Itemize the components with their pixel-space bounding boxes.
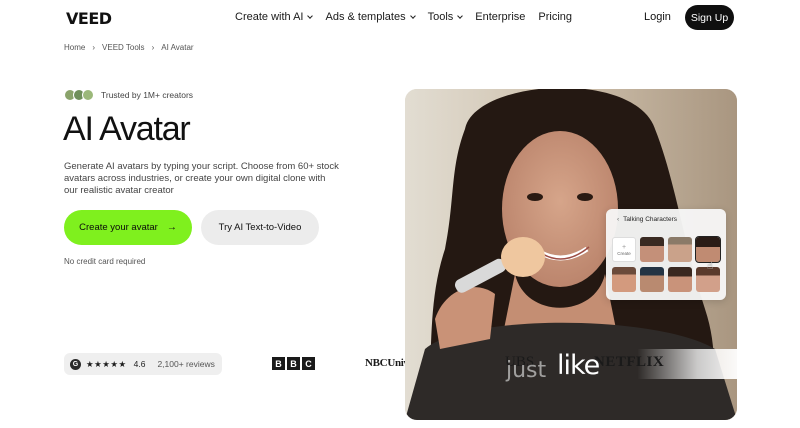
character-tile[interactable] — [640, 237, 664, 262]
star-rating-icon: ★★★★★ — [86, 358, 127, 369]
plus-icon: + — [621, 243, 627, 251]
page-title: AI Avatar — [63, 110, 191, 148]
netflix-logo: NETFLIX — [594, 354, 665, 370]
hand-cursor-icon: ☝ — [707, 261, 714, 272]
panel-title: ‹ Talking Characters — [617, 216, 677, 223]
breadcrumb-veed-tools[interactable]: VEED Tools — [102, 43, 145, 52]
caption-word-like: like — [557, 350, 600, 381]
breadcrumb-current: AI Avatar — [161, 43, 194, 52]
menu-label: Create with AI — [235, 11, 304, 23]
character-tile-selected[interactable] — [695, 236, 721, 263]
bbc-letter: B — [272, 357, 285, 370]
create-label: Create — [617, 250, 631, 256]
veed-logo[interactable]: VEED — [66, 9, 112, 28]
menu-label: Tools — [427, 11, 454, 23]
breadcrumb-home[interactable]: Home — [64, 43, 85, 52]
top-nav: VEED Create with AI Ads & templates Tool… — [0, 0, 800, 36]
creator-avatars — [64, 89, 94, 101]
create-character-tile[interactable]: + Create — [612, 237, 636, 262]
chevron-down-icon — [457, 12, 464, 19]
character-tile[interactable] — [640, 267, 664, 292]
menu-pricing[interactable]: Pricing — [538, 11, 572, 23]
google-icon: G — [70, 358, 81, 370]
chevron-right-icon: › — [151, 43, 155, 52]
arrow-right-icon: → — [166, 222, 177, 233]
talking-characters-panel: ‹ Talking Characters + Create — [606, 209, 726, 300]
menu-enterprise[interactable]: Enterprise — [475, 11, 525, 23]
hero-description: Generate AI avatars by typing your scrip… — [64, 161, 339, 196]
breadcrumb: Home › VEED Tools › AI Avatar — [64, 43, 194, 52]
character-tile[interactable] — [612, 267, 636, 292]
review-count: 2,100+ reviews — [157, 359, 215, 369]
character-tile[interactable] — [668, 237, 692, 262]
caption-word-just: just — [506, 358, 547, 383]
menu-ads-templates[interactable]: Ads & templates — [325, 11, 416, 23]
panel-title-text: Talking Characters — [623, 216, 677, 223]
chevron-right-icon: › — [92, 43, 96, 52]
no-credit-card-note: No credit card required — [64, 257, 146, 266]
login-link[interactable]: Login — [644, 11, 671, 23]
bbc-letter: C — [302, 357, 315, 370]
avatar — [82, 89, 94, 101]
menu-tools[interactable]: Tools — [427, 11, 464, 23]
signup-button[interactable]: Sign Up — [685, 5, 734, 30]
button-label: Create your avatar — [79, 222, 158, 233]
create-avatar-button[interactable]: Create your avatar → — [64, 210, 192, 245]
trusted-badge: Trusted by 1M+ creators — [64, 89, 193, 101]
character-tile[interactable] — [668, 267, 692, 292]
chevron-down-icon — [409, 12, 416, 19]
main-menu: Create with AI Ads & templates Tools Ent… — [235, 11, 585, 23]
chevron-left-icon[interactable]: ‹ — [617, 216, 619, 223]
menu-label: Ads & templates — [325, 11, 406, 23]
rating-badge: G ★★★★★ 4.6 2,100+ reviews — [64, 353, 222, 375]
chevron-down-icon — [307, 12, 314, 19]
try-text-to-video-button[interactable]: Try AI Text-to-Video — [201, 210, 319, 245]
menu-label: Enterprise — [475, 11, 526, 23]
menu-create-with-ai[interactable]: Create with AI — [235, 11, 314, 23]
menu-label: Pricing — [538, 11, 573, 23]
bbc-logo: B B C — [272, 357, 315, 370]
bbc-letter: B — [287, 357, 300, 370]
character-grid: + Create — [612, 236, 721, 292]
trusted-text: Trusted by 1M+ creators — [101, 90, 194, 100]
rating-score: 4.6 — [133, 359, 146, 369]
